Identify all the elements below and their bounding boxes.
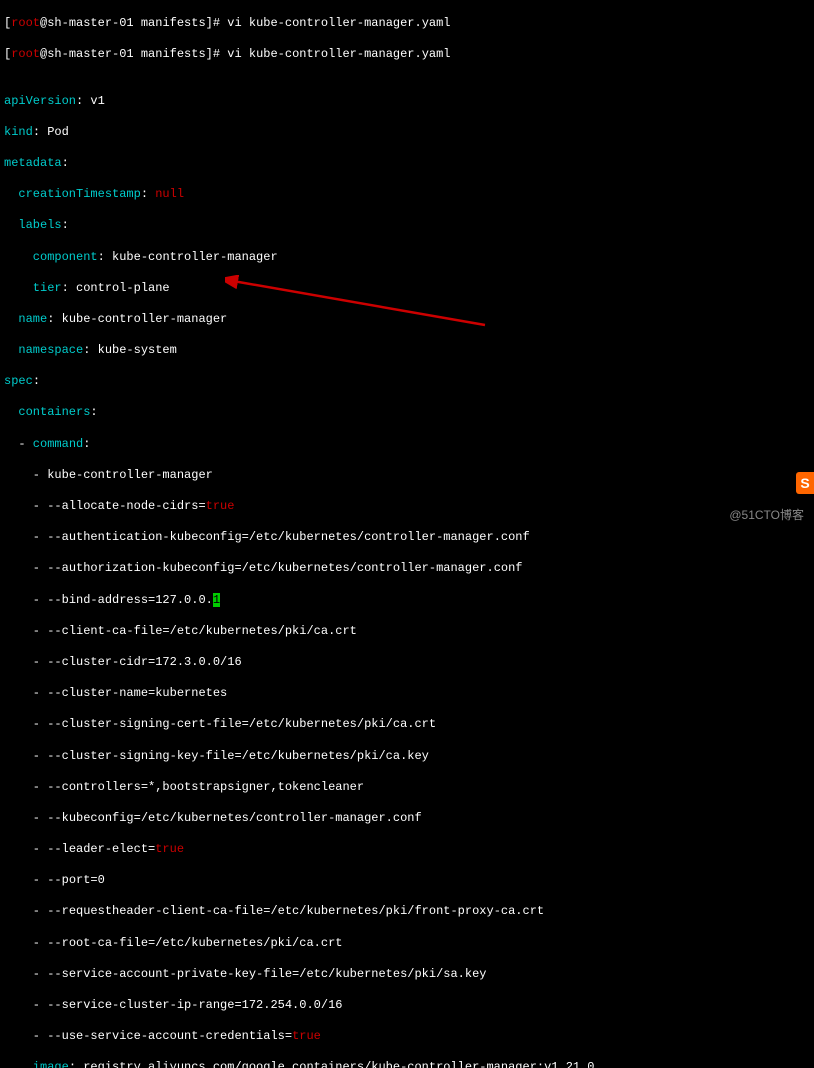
yaml-line: - --kubeconfig=/etc/kubernetes/controlle… [4, 811, 810, 827]
yaml-line: - --use-service-account-credentials=true [4, 1029, 810, 1045]
yaml-line: - --port=0 [4, 873, 810, 889]
yaml-line: apiVersion: v1 [4, 94, 810, 110]
yaml-line: spec: [4, 374, 810, 390]
yaml-line: - --leader-elect=true [4, 842, 810, 858]
yaml-line: - --controllers=*,bootstrapsigner,tokenc… [4, 780, 810, 796]
yaml-line: - --service-cluster-ip-range=172.254.0.0… [4, 998, 810, 1014]
yaml-line: - --cluster-signing-cert-file=/etc/kuber… [4, 717, 810, 733]
yaml-line: namespace: kube-system [4, 343, 810, 359]
yaml-line: creationTimestamp: null [4, 187, 810, 203]
yaml-line: - --cluster-name=kubernetes [4, 686, 810, 702]
yaml-line: - --authentication-kubeconfig=/etc/kuber… [4, 530, 810, 546]
yaml-line: - --service-account-private-key-file=/et… [4, 967, 810, 983]
yaml-line: - --cluster-cidr=172.3.0.0/16 [4, 655, 810, 671]
yaml-line: metadata: [4, 156, 810, 172]
yaml-line: - kube-controller-manager [4, 468, 810, 484]
vi-cursor: 1 [213, 593, 220, 607]
yaml-line-cursor: - --bind-address=127.0.0.1 [4, 593, 810, 609]
yaml-line: - --client-ca-file=/etc/kubernetes/pki/c… [4, 624, 810, 640]
terminal[interactable]: [root@sh-master-01 manifests]# vi kube-c… [0, 0, 814, 1068]
prompt-line-1: [root@sh-master-01 manifests]# vi kube-c… [4, 16, 810, 32]
yaml-line: containers: [4, 405, 810, 421]
yaml-line: tier: control-plane [4, 281, 810, 297]
yaml-line: image: registry.aliyuncs.com/google_cont… [4, 1060, 810, 1068]
yaml-line: - --root-ca-file=/etc/kubernetes/pki/ca.… [4, 936, 810, 952]
yaml-line: name: kube-controller-manager [4, 312, 810, 328]
yaml-line: component: kube-controller-manager [4, 250, 810, 266]
yaml-line: - --allocate-node-cidrs=true [4, 499, 810, 515]
yaml-line: - command: [4, 437, 810, 453]
yaml-line: - --cluster-signing-key-file=/etc/kubern… [4, 749, 810, 765]
yaml-line: - --authorization-kubeconfig=/etc/kubern… [4, 561, 810, 577]
prompt-line-2: [root@sh-master-01 manifests]# vi kube-c… [4, 47, 810, 63]
s-badge-icon: S [796, 472, 814, 494]
watermark: @51CTO博客 [729, 508, 804, 524]
yaml-line: - --requestheader-client-ca-file=/etc/ku… [4, 904, 810, 920]
yaml-line: kind: Pod [4, 125, 810, 141]
yaml-line: labels: [4, 218, 810, 234]
